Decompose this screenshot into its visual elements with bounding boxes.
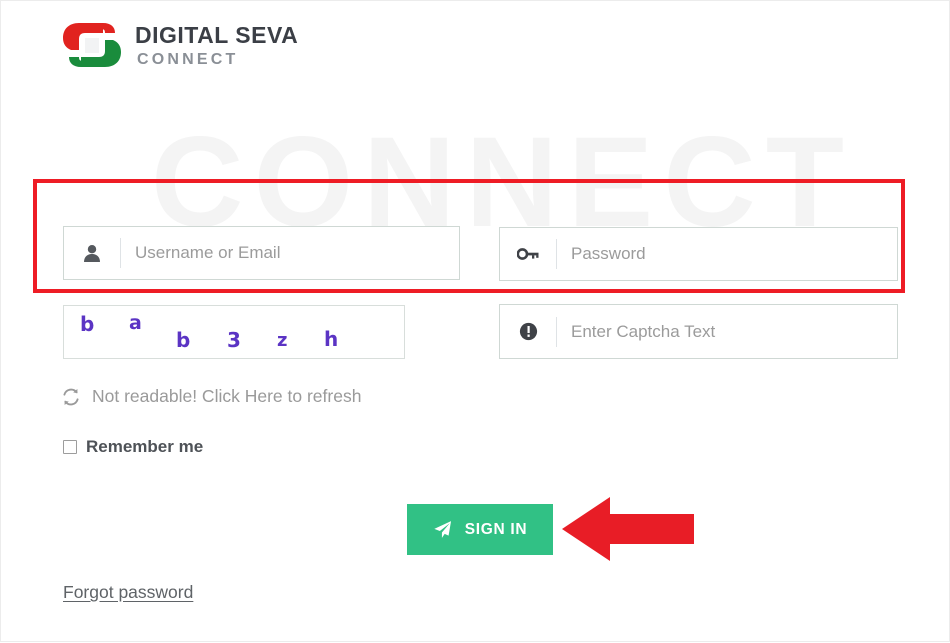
brand-wordmark: DIGITAL SEVA CONNECT xyxy=(135,22,298,68)
captcha-char: a xyxy=(129,312,142,334)
brand-secondary-text: CONNECT xyxy=(137,51,239,68)
remember-me-checkbox[interactable] xyxy=(63,440,77,454)
captcha-char: 3 xyxy=(227,328,241,352)
username-field[interactable] xyxy=(63,226,460,280)
brand-logo: DIGITAL SEVA CONNECT xyxy=(59,19,298,71)
refresh-captcha-link[interactable]: Not readable! Click Here to refresh xyxy=(61,386,361,407)
captcha-char: z xyxy=(277,330,288,351)
login-page: CONNECT DIGITAL SEVA CONNECT Username or… xyxy=(0,0,950,642)
remember-me-label: Remember me xyxy=(86,437,204,456)
digital-seva-logo-mark-icon xyxy=(63,23,121,67)
sign-in-button[interactable]: SIGN IN xyxy=(407,504,553,555)
password-field[interactable] xyxy=(499,227,898,281)
captcha-char: b xyxy=(176,328,191,352)
key-icon xyxy=(500,228,556,280)
username-input[interactable] xyxy=(121,227,459,279)
user-icon xyxy=(64,227,120,279)
captcha-char: b xyxy=(80,312,95,336)
exclamation-circle-icon xyxy=(500,305,556,358)
paper-plane-icon xyxy=(433,520,452,539)
login-form: b a b 3 z h xyxy=(1,1,950,643)
sign-in-arrow-annotation xyxy=(562,497,694,561)
sign-in-label: SIGN IN xyxy=(464,520,528,538)
remember-me-row[interactable]: Remember me xyxy=(63,437,203,457)
password-input[interactable] xyxy=(557,228,897,280)
captcha-input[interactable] xyxy=(557,305,897,358)
refresh-icon xyxy=(61,387,81,407)
forgot-password-link[interactable]: Forgot password xyxy=(63,582,193,603)
captcha-char: h xyxy=(324,327,339,351)
refresh-captcha-label: Not readable! Click Here to refresh xyxy=(92,386,362,406)
captcha-field[interactable] xyxy=(499,304,898,359)
captcha-image: b a b 3 z h xyxy=(63,305,405,359)
brand-primary-text: DIGITAL SEVA xyxy=(135,22,299,48)
